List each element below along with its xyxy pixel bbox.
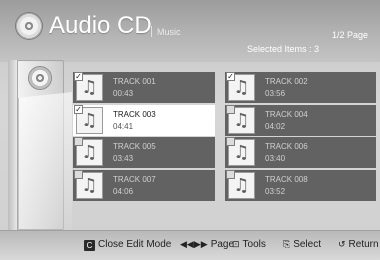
track-name: TRACK 001 (113, 77, 156, 86)
music-note-icon: ♫ (233, 76, 250, 98)
track-duration: 03:43 (113, 154, 134, 163)
select-button[interactable]: ⎘ Select (283, 239, 321, 250)
music-note-icon: ♫ (81, 76, 98, 98)
header-bar: Audio CD Music 1/2 Page Selected Items :… (0, 0, 380, 62)
music-note-icon: ♫ (233, 109, 250, 131)
close-edit-mode-label: Close Edit Mode (98, 239, 172, 250)
track-checkbox[interactable] (74, 105, 83, 114)
track-item[interactable]: ♫ TRACK 004 04:02 (225, 105, 376, 136)
track-item[interactable]: ♫ TRACK 003 04:41 (73, 105, 215, 136)
footer-help-bar: C Close Edit Mode ◀◀▶▶ Page ⊡ Tools ⎘ Select… (0, 230, 380, 260)
track-checkbox[interactable] (226, 170, 235, 179)
disc-icon (29, 67, 51, 89)
page-button[interactable]: ◀◀▶▶ Page (180, 239, 234, 250)
cd-icon (16, 13, 42, 39)
music-note-icon: ♫ (81, 109, 98, 131)
music-note-icon: ♫ (233, 174, 250, 196)
track-name: TRACK 003 (113, 110, 156, 119)
track-thumbnail: ♫ (226, 72, 255, 101)
track-item[interactable]: ♫ TRACK 002 03:56 (225, 72, 376, 103)
track-name: TRACK 004 (265, 110, 308, 119)
cd-case-spine (8, 60, 18, 230)
track-checkbox[interactable] (74, 170, 83, 179)
track-duration: 00:43 (113, 89, 134, 98)
music-note-icon: ♫ (233, 141, 250, 163)
track-name: TRACK 007 (113, 175, 156, 184)
track-checkbox[interactable] (226, 105, 235, 114)
page-indicator: 1/2 Page (331, 30, 368, 40)
tools-label: Tools (242, 239, 266, 250)
cd-case-tray (18, 92, 72, 248)
track-thumbnail: ♫ (74, 72, 103, 101)
track-name: TRACK 002 (265, 77, 308, 86)
return-button[interactable]: ↺ Return (338, 239, 379, 250)
track-item[interactable]: ♫ TRACK 007 04:06 (73, 170, 215, 201)
track-duration: 03:56 (265, 89, 286, 98)
enter-icon: ⎘ (283, 240, 291, 250)
title-separator (151, 26, 152, 37)
track-duration: 04:41 (113, 122, 134, 131)
track-thumbnail: ♫ (226, 105, 255, 134)
music-note-icon: ♫ (81, 174, 98, 196)
track-name: TRACK 006 (265, 142, 308, 151)
track-duration: 03:52 (265, 187, 286, 196)
track-checkbox[interactable] (226, 137, 235, 146)
track-duration: 04:02 (265, 122, 286, 131)
track-item[interactable]: ♫ TRACK 008 03:52 (225, 170, 376, 201)
page-title: Audio CD (49, 12, 152, 39)
music-note-icon: ♫ (81, 141, 98, 163)
tools-icon: ⊡ (232, 240, 240, 250)
track-thumbnail: ♫ (74, 137, 103, 166)
select-label: Select (293, 239, 321, 250)
track-item[interactable]: ♫ TRACK 006 03:40 (225, 137, 376, 168)
track-duration: 03:40 (265, 154, 286, 163)
return-icon: ↺ (338, 240, 346, 250)
close-edit-mode-button[interactable]: C Close Edit Mode (84, 239, 171, 251)
track-name: TRACK 005 (113, 142, 156, 151)
track-name: TRACK 008 (265, 175, 308, 184)
track-thumbnail: ♫ (226, 170, 255, 199)
track-checkbox[interactable] (74, 72, 83, 81)
track-thumbnail: ♫ (74, 105, 103, 134)
track-thumbnail: ♫ (74, 170, 103, 199)
tools-button[interactable]: ⊡ Tools (232, 239, 266, 250)
page-label: Page (210, 239, 235, 250)
track-checkbox[interactable] (226, 72, 235, 81)
track-duration: 04:06 (113, 187, 134, 196)
selected-items-count: Selected Items : 3 (247, 44, 320, 54)
page-skip-icon: ◀◀▶▶ (180, 240, 208, 250)
track-item[interactable]: ♫ TRACK 005 03:43 (73, 137, 215, 168)
track-thumbnail: ♫ (226, 137, 255, 166)
track-item[interactable]: ♫ TRACK 001 00:43 (73, 72, 215, 103)
c-key-icon: C (84, 240, 95, 251)
page-subtitle: Music (157, 27, 181, 37)
return-label: Return (348, 239, 379, 250)
track-checkbox[interactable] (74, 137, 83, 146)
